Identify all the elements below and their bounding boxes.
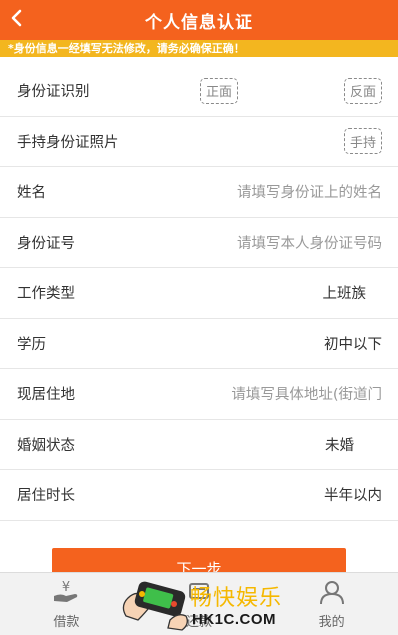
residence-time-select[interactable]: 半年以内 — [324, 484, 382, 505]
tab-borrow-label: 借款 — [53, 614, 80, 630]
yen-hand-icon: ¥ — [51, 579, 81, 609]
row-education[interactable]: 学历 初中以下 — [0, 319, 398, 369]
chevron-left-icon — [10, 9, 24, 31]
residence-time-label: 居住时长 — [17, 488, 75, 505]
education-select[interactable]: 初中以下 — [324, 333, 382, 354]
id-number-input[interactable]: 请填写本人身份证号码 — [237, 232, 382, 253]
svg-text:¥: ¥ — [62, 580, 70, 595]
name-input[interactable]: 请填写身份证上的姓名 — [237, 181, 382, 202]
education-label: 学历 — [17, 336, 46, 353]
hand-photo-button[interactable]: 手持 — [344, 128, 382, 155]
top-bar: 个人信息认证 — [0, 0, 398, 40]
marital-select[interactable]: 未婚 — [325, 434, 354, 455]
row-name[interactable]: 姓名 请填写身份证上的姓名 — [0, 167, 398, 218]
back-button[interactable] — [0, 0, 34, 40]
repay-icon — [184, 579, 214, 609]
tab-borrow[interactable]: ¥ 借款 — [21, 579, 111, 630]
id-front-button[interactable]: 正面 — [200, 77, 238, 104]
row-id-recognition: 身份证识别 正面 反面 — [0, 66, 398, 117]
row-address[interactable]: 现居住地 请填写具体地址(街道门 — [0, 369, 398, 420]
bottom-tab-bar: ¥ 借款 还款 我的 — [0, 572, 398, 635]
tab-repay[interactable]: 还款 — [154, 579, 244, 630]
address-label: 现居住地 — [17, 387, 75, 404]
row-hand-photo: 手持身份证照片 手持 — [0, 117, 398, 167]
warning-notice: *身份信息一经填写无法修改，请务必确保正确！ — [0, 40, 398, 57]
info-form: 身份证识别 正面 反面 手持身份证照片 手持 姓名 请填写身份证上的姓名 身份证… — [0, 66, 398, 521]
id-recognition-label: 身份证识别 — [17, 84, 90, 101]
name-label: 姓名 — [17, 185, 46, 202]
id-number-label: 身份证号 — [17, 235, 75, 252]
job-type-label: 工作类型 — [17, 286, 75, 303]
row-id-number[interactable]: 身份证号 请填写本人身份证号码 — [0, 218, 398, 268]
marital-label: 婚姻状态 — [17, 437, 75, 454]
tab-mine-label: 我的 — [318, 614, 345, 630]
tab-repay-label: 还款 — [185, 614, 212, 630]
id-back-button[interactable]: 反面 — [344, 77, 382, 104]
row-job-type[interactable]: 工作类型 上班族 — [0, 268, 398, 319]
row-residence-time[interactable]: 居住时长 半年以内 — [0, 470, 398, 521]
user-icon — [317, 579, 347, 609]
row-marital[interactable]: 婚姻状态 未婚 — [0, 420, 398, 470]
hand-photo-label: 手持身份证照片 — [17, 134, 119, 151]
address-input[interactable]: 请填写具体地址(街道门 — [231, 383, 382, 404]
page-title: 个人信息认证 — [145, 12, 253, 33]
tab-mine[interactable]: 我的 — [287, 579, 377, 630]
job-type-select[interactable]: 上班族 — [323, 282, 367, 303]
